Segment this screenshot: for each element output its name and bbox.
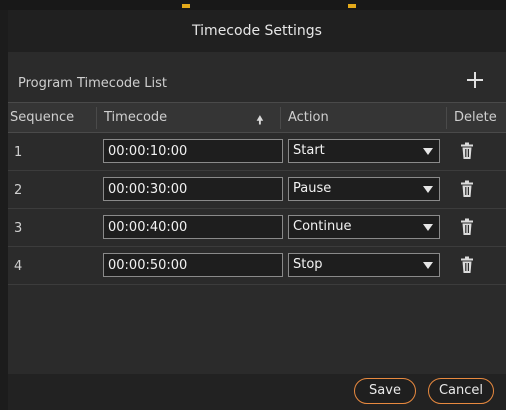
column-header-sequence: Sequence — [10, 110, 75, 125]
column-header-action: Action — [288, 110, 329, 125]
top-strip — [0, 0, 506, 10]
column-header-delete: Delete — [454, 110, 497, 125]
marker — [348, 4, 356, 8]
sequence-cell: 1 — [14, 145, 23, 160]
timecode-settings-dialog: Timecode Settings Program Timecode List … — [8, 10, 506, 410]
chevron-down-icon — [423, 186, 433, 193]
trash-icon[interactable] — [460, 180, 474, 198]
section-title: Program Timecode List — [18, 76, 168, 91]
timecode-table: Sequence Timecode 🠝 Action Delete 1 Star… — [8, 102, 506, 374]
action-select[interactable]: Pause — [288, 177, 440, 201]
action-select[interactable]: Start — [288, 139, 440, 163]
timecode-input[interactable] — [103, 215, 283, 239]
chevron-down-icon — [423, 224, 433, 231]
action-select[interactable]: Continue — [288, 215, 440, 239]
section-header: Program Timecode List — [8, 62, 506, 102]
timecode-input[interactable] — [103, 177, 283, 201]
trash-icon[interactable] — [460, 218, 474, 236]
table-row: 1 Start — [8, 133, 506, 171]
trash-icon[interactable] — [460, 256, 474, 274]
sequence-cell: 4 — [14, 259, 23, 274]
table-header: Sequence Timecode 🠝 Action Delete — [8, 103, 506, 133]
sequence-cell: 2 — [14, 183, 23, 198]
timecode-input[interactable] — [103, 139, 283, 163]
dialog-title: Timecode Settings — [8, 10, 506, 52]
cancel-button[interactable]: Cancel — [428, 378, 494, 404]
column-header-timecode[interactable]: Timecode — [104, 103, 167, 133]
chevron-down-icon — [423, 262, 433, 269]
dialog-footer: Save Cancel — [8, 374, 506, 410]
marker — [182, 4, 190, 8]
sequence-cell: 3 — [14, 221, 23, 236]
action-select[interactable]: Stop — [288, 253, 440, 277]
table-row: 2 Pause — [8, 171, 506, 209]
trash-icon[interactable] — [460, 142, 474, 160]
timecode-input[interactable] — [103, 253, 283, 277]
action-select-value: Pause — [293, 181, 332, 196]
action-select-value: Start — [293, 143, 325, 158]
table-row: 3 Continue — [8, 209, 506, 247]
chevron-down-icon — [423, 148, 433, 155]
column-divider — [280, 107, 281, 129]
arrow-up-icon[interactable]: 🠝 — [256, 111, 264, 132]
action-select-value: Continue — [293, 219, 352, 234]
table-row: 4 Stop — [8, 247, 506, 285]
save-button[interactable]: Save — [354, 378, 416, 404]
column-divider — [96, 107, 97, 129]
action-select-value: Stop — [293, 257, 323, 272]
column-divider — [446, 107, 447, 129]
plus-icon[interactable] — [464, 69, 486, 91]
